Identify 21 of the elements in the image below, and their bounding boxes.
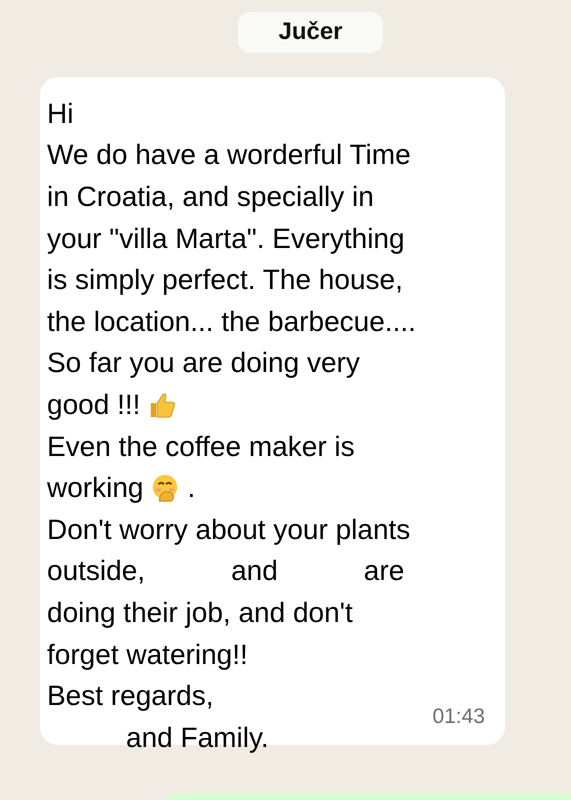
- message-text: your "villa Marta". Everything: [47, 222, 405, 255]
- message-text: Best regards,: [47, 680, 214, 712]
- message-text: So far you are doing very: [47, 347, 360, 380]
- message-text: in Croatia, and specially in: [47, 180, 374, 213]
- message-text: and Family.: [126, 722, 269, 754]
- message-text: working: [47, 472, 144, 504]
- message-text: is simply perfect. The house,: [47, 264, 403, 296]
- message-text: We do have a worderful Time: [47, 139, 411, 172]
- message-text: and: [231, 555, 278, 588]
- message-text: the location... the barbecue....: [47, 306, 416, 338]
- message-text: doing their job, and don't: [47, 596, 353, 629]
- message-text: outside,: [47, 555, 146, 588]
- message-text: forget watering!!: [47, 638, 248, 671]
- message-text: .: [187, 472, 196, 504]
- message-text: good !!!: [47, 388, 140, 421]
- message-time: 01:43: [432, 705, 485, 729]
- date-chip: Jučer: [238, 12, 383, 53]
- message-text: Hi: [47, 98, 74, 130]
- message-text: Even the coffee maker is: [47, 430, 355, 463]
- message-text: are: [364, 555, 404, 588]
- message-text: Don't worry about your plants: [47, 514, 410, 546]
